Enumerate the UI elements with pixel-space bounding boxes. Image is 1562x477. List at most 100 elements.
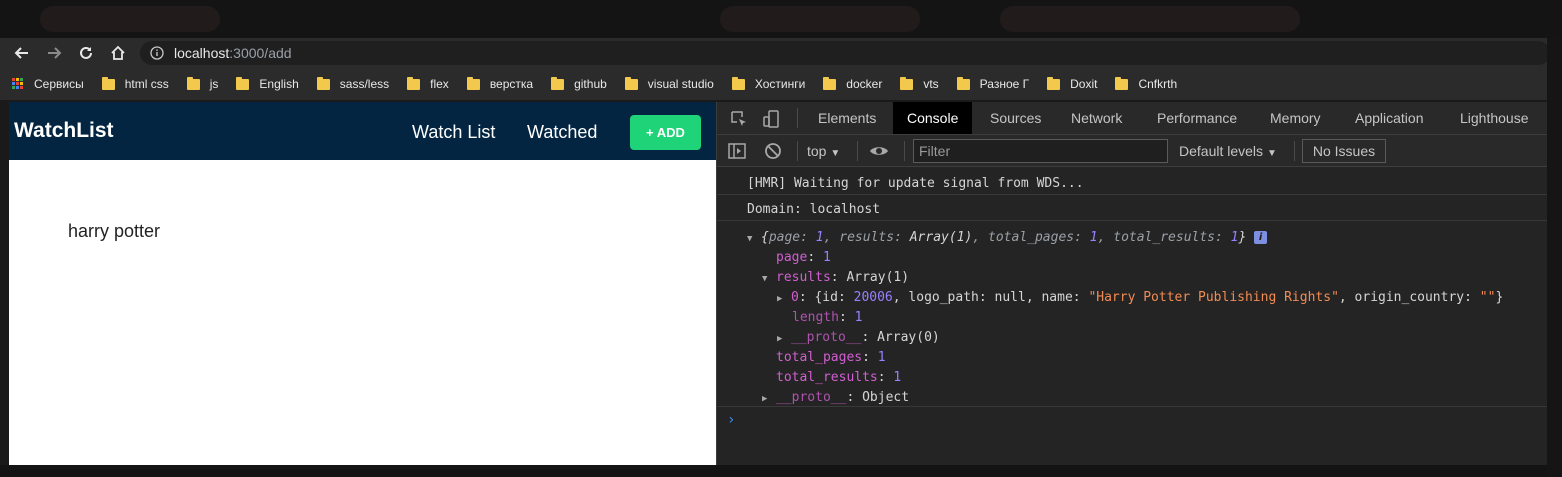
bookmark-folder[interactable]: html css xyxy=(101,76,169,91)
bookmark-label: English xyxy=(259,77,299,91)
bookmark-folder[interactable]: Doxit xyxy=(1047,76,1097,91)
bookmark-folder[interactable]: Хостинги xyxy=(731,76,806,91)
filter-input[interactable]: Filter xyxy=(913,139,1168,163)
tab-sources[interactable]: Sources xyxy=(990,102,1041,134)
info-icon[interactable] xyxy=(148,44,166,62)
bookmark-folder[interactable]: English xyxy=(236,76,299,91)
separator xyxy=(904,141,905,161)
brand-logo[interactable]: WatchList xyxy=(14,119,114,143)
prop-value: 1 xyxy=(893,370,902,385)
brace: { xyxy=(761,230,769,245)
clear-console-icon[interactable] xyxy=(763,141,783,161)
summary-value: 1 xyxy=(815,230,824,245)
folder-icon xyxy=(624,76,638,90)
home-icon[interactable] xyxy=(102,38,134,68)
tab-application[interactable]: Application xyxy=(1355,102,1424,134)
result-title: harry potter xyxy=(68,221,161,241)
prop-value: 1 xyxy=(854,310,863,325)
prop-value: Array(0) xyxy=(877,330,940,345)
tab-memory[interactable]: Memory xyxy=(1270,102,1321,134)
bookmark-label: docker xyxy=(846,77,883,91)
bookmark-label: Cnfkrth xyxy=(1138,77,1178,91)
object-summary[interactable]: ▼ {page: 1, results: Array(1), total_page… xyxy=(747,230,1268,245)
prop-results[interactable]: ▼ results: Array(1) xyxy=(762,270,909,285)
window-edge xyxy=(1547,38,1562,477)
bookmark-folder[interactable]: Cnfkrth xyxy=(1115,76,1178,91)
log-levels-dropdown[interactable]: Default levels ▼ xyxy=(1179,143,1277,159)
sidebar-toggle-icon[interactable] xyxy=(727,141,747,161)
back-arrow-icon[interactable] xyxy=(6,38,38,68)
context-selector[interactable]: top ▼ xyxy=(807,143,840,159)
console-message-text: [HMR] Waiting for update signal from WDS… xyxy=(747,176,1084,191)
separator xyxy=(1294,141,1295,161)
forward-arrow-icon[interactable] xyxy=(38,38,70,68)
reload-icon[interactable] xyxy=(70,38,102,68)
bookmark-label: visual studio xyxy=(647,77,714,91)
browser-tab-strip xyxy=(0,0,1562,38)
prop-total-pages: total_pages: 1 xyxy=(776,350,886,365)
bookmark-label: Хостинги xyxy=(754,77,806,91)
collapse-triangle-icon[interactable]: ▶ xyxy=(777,334,791,344)
bookmark-folder[interactable]: Разное Г xyxy=(956,76,1030,91)
bookmark-folder[interactable]: js xyxy=(186,76,218,91)
apps-grid-icon xyxy=(12,78,24,90)
info-badge-icon[interactable]: i xyxy=(1254,231,1268,244)
device-toolbar-icon[interactable] xyxy=(761,109,781,129)
blurred-tab xyxy=(1000,6,1300,32)
tab-lighthouse[interactable]: Lighthouse xyxy=(1460,102,1529,134)
prop-key: 0 xyxy=(791,290,799,305)
bookmark-folder[interactable]: github xyxy=(551,76,607,91)
console-message: Domain: localhost xyxy=(717,195,1548,221)
tab-performance[interactable]: Performance xyxy=(1157,102,1237,134)
bookmark-folder[interactable]: visual studio xyxy=(624,76,714,91)
expand-triangle-icon[interactable]: ▼ xyxy=(747,234,761,244)
address-bar[interactable]: localhost:3000/add xyxy=(140,41,1550,65)
folder-icon xyxy=(101,76,115,90)
nav-watched[interactable]: Watched xyxy=(527,122,597,143)
app-header: WatchList Watch List Watched + ADD xyxy=(9,102,716,160)
console-prompt[interactable]: › xyxy=(727,412,735,428)
bookmark-folder[interactable]: sass/less xyxy=(316,76,389,91)
eye-icon[interactable] xyxy=(869,141,889,161)
tab-console[interactable]: Console xyxy=(893,102,973,134)
console-message-text: Domain: localhost xyxy=(747,202,881,217)
folder-icon xyxy=(236,76,250,90)
bookmark-folder[interactable]: vts xyxy=(900,76,939,91)
folder-icon xyxy=(466,76,480,90)
prop-proto-object[interactable]: ▶ __proto__: Object xyxy=(762,390,909,405)
prop-results-item[interactable]: ▶ 0: {id: 20006, logo_path: null, name: "… xyxy=(777,290,1503,305)
separator xyxy=(797,141,798,161)
prop-key: __proto__ xyxy=(776,390,847,405)
bookmark-label: Сервисы xyxy=(34,77,84,91)
expand-triangle-icon[interactable]: ▼ xyxy=(762,274,776,284)
issues-button[interactable]: No Issues xyxy=(1302,139,1386,163)
prop-proto-array[interactable]: ▶ __proto__: Array(0) xyxy=(777,330,940,345)
folder-icon xyxy=(186,76,200,90)
collapse-triangle-icon[interactable]: ▶ xyxy=(762,394,776,404)
prop-key: results xyxy=(776,270,831,285)
bookmark-folder[interactable]: docker xyxy=(823,76,883,91)
bookmark-label: html css xyxy=(124,77,169,91)
tab-elements[interactable]: Elements xyxy=(818,102,876,134)
inspect-element-icon[interactable] xyxy=(729,109,749,129)
log-levels-label: Default levels xyxy=(1179,143,1264,159)
web-page-viewport: WatchList Watch List Watched + ADD harry… xyxy=(9,102,716,465)
prop-total-results: total_results: 1 xyxy=(776,370,902,385)
bookmark-folder[interactable]: верстка xyxy=(466,76,533,91)
add-button[interactable]: + ADD xyxy=(630,115,701,150)
folder-icon xyxy=(900,76,914,90)
summary-value: Array(1) xyxy=(909,230,973,245)
bookmarks-bar: Сервисы html css js English sass/less fl… xyxy=(0,68,1562,100)
blurred-tab xyxy=(720,6,920,32)
window-edge xyxy=(0,465,1547,477)
collapse-triangle-icon[interactable]: ▶ xyxy=(777,294,791,304)
bookmark-label: Разное Г xyxy=(979,77,1030,91)
folder-icon xyxy=(1115,76,1129,90)
prop-length: length: 1 xyxy=(792,310,863,325)
bookmark-folder[interactable]: flex xyxy=(407,76,449,91)
tab-network[interactable]: Network xyxy=(1071,102,1122,134)
devtools-tab-bar: Elements Console Sources Network Perform… xyxy=(717,102,1548,135)
nav-watch-list[interactable]: Watch List xyxy=(412,122,495,143)
context-label: top xyxy=(807,143,827,159)
bookmark-apps[interactable]: Сервисы xyxy=(12,77,84,91)
